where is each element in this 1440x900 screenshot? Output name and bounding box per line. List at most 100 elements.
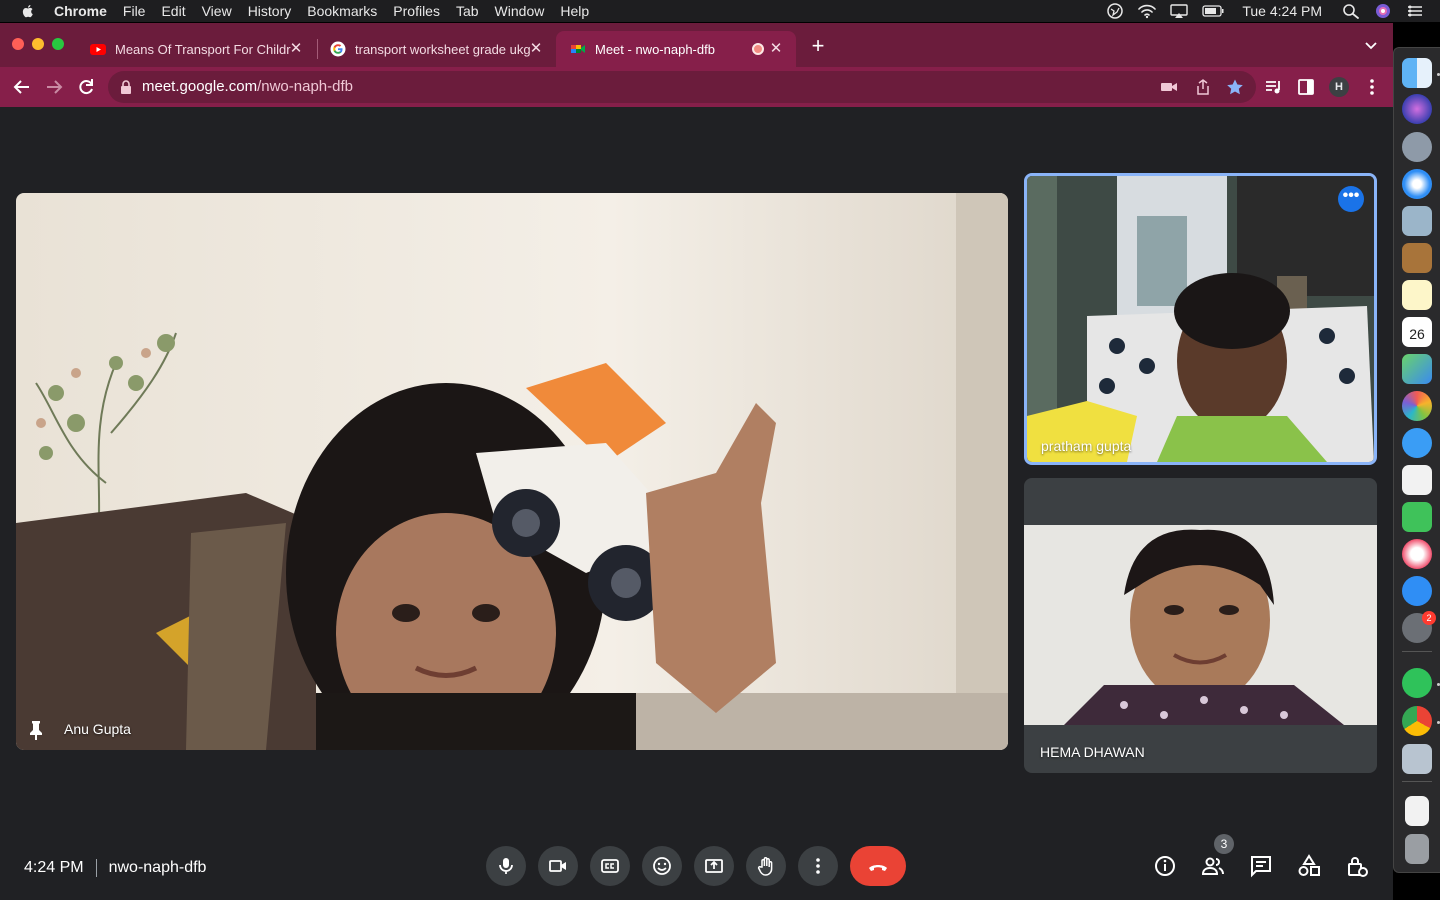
participant-name: Anu Gupta bbox=[64, 721, 131, 737]
pin-icon[interactable] bbox=[28, 720, 44, 740]
window-close-button[interactable] bbox=[12, 38, 24, 50]
notification-badge: 2 bbox=[1422, 611, 1436, 625]
tab-close-icon[interactable]: ✕ bbox=[528, 41, 544, 57]
photos-icon[interactable] bbox=[1402, 391, 1432, 421]
people-count-badge: 3 bbox=[1214, 834, 1234, 854]
menu-app-name[interactable]: Chrome bbox=[54, 3, 107, 19]
messages-icon[interactable] bbox=[1402, 428, 1432, 458]
spotlight-search-icon[interactable] bbox=[1342, 3, 1360, 19]
tab-close-icon[interactable]: ✕ bbox=[288, 41, 304, 57]
camera-button[interactable] bbox=[538, 846, 578, 886]
trash-icon[interactable] bbox=[1405, 834, 1429, 864]
share-icon[interactable] bbox=[1194, 79, 1212, 95]
menu-tab[interactable]: Tab bbox=[456, 3, 479, 19]
document-icon[interactable] bbox=[1405, 796, 1429, 826]
meeting-details: 4:24 PM nwo-naph-dfb bbox=[24, 859, 206, 877]
activities-icon[interactable] bbox=[1297, 854, 1321, 878]
tab-meet[interactable]: Meet - nwo-naph-dfb ✕ bbox=[556, 31, 796, 67]
control-center-icon[interactable] bbox=[1406, 3, 1424, 19]
lock-icon[interactable] bbox=[120, 80, 132, 94]
apple-icon[interactable] bbox=[20, 3, 36, 19]
launchpad-icon[interactable] bbox=[1402, 132, 1432, 162]
reminders-icon[interactable] bbox=[1402, 465, 1432, 495]
menu-window[interactable]: Window bbox=[495, 3, 545, 19]
vpn-globe-icon[interactable] bbox=[1106, 3, 1124, 19]
captions-button[interactable] bbox=[590, 846, 630, 886]
meeting-info-icon[interactable] bbox=[1153, 854, 1177, 878]
microphone-button[interactable] bbox=[486, 846, 526, 886]
url-host: meet.google.com bbox=[142, 78, 258, 95]
participant-tile-active[interactable]: ••• pratham gupta bbox=[1024, 173, 1377, 465]
app-store-icon[interactable] bbox=[1402, 576, 1432, 606]
forward-icon[interactable] bbox=[44, 77, 64, 97]
chrome-icon[interactable] bbox=[1402, 706, 1432, 736]
main-video-feed bbox=[16, 193, 1008, 750]
side-panel-icon[interactable] bbox=[1296, 77, 1316, 97]
tab-strip: Means Of Transport For Childr ✕ transpor… bbox=[0, 23, 1393, 67]
chrome-menu-icon[interactable] bbox=[1362, 77, 1382, 97]
menu-file[interactable]: File bbox=[123, 3, 146, 19]
calendar-icon[interactable]: 26 bbox=[1402, 317, 1432, 347]
youtube-icon bbox=[90, 44, 106, 55]
siri-icon[interactable] bbox=[1402, 94, 1432, 124]
mail-icon[interactable] bbox=[1402, 206, 1432, 236]
menu-bookmarks[interactable]: Bookmarks bbox=[307, 3, 377, 19]
tab-title: transport worksheet grade ukg bbox=[355, 41, 531, 57]
meet-stage: Anu Gupta ••• pratham gupta HEMA DHAWAN … bbox=[0, 107, 1393, 900]
battery-icon[interactable] bbox=[1202, 3, 1224, 19]
facetime-icon[interactable] bbox=[1402, 502, 1432, 532]
participant-tile[interactable]: HEMA DHAWAN bbox=[1024, 478, 1377, 773]
new-tab-button[interactable]: + bbox=[808, 35, 828, 57]
maps-icon[interactable] bbox=[1402, 354, 1432, 384]
menu-history[interactable]: History bbox=[248, 3, 292, 19]
tab-title: Means Of Transport For Childr bbox=[115, 41, 291, 57]
macos-menubar: Chrome File Edit View History Bookmarks … bbox=[0, 0, 1440, 22]
camera-in-use-icon[interactable] bbox=[1160, 79, 1178, 95]
hand-icon bbox=[757, 857, 773, 876]
menubar-status-area: Tue 4:24 PM bbox=[1106, 0, 1424, 22]
tab-title: Meet - nwo-naph-dfb bbox=[595, 41, 715, 57]
airplay-icon[interactable] bbox=[1170, 3, 1189, 19]
emoji-reactions-button[interactable] bbox=[642, 846, 682, 886]
media-controls-icon[interactable] bbox=[1264, 77, 1284, 97]
window-minimize-button[interactable] bbox=[32, 38, 44, 50]
more-options-icon[interactable]: ••• bbox=[1338, 186, 1364, 212]
meet-control-bar: 4:24 PM nwo-naph-dfb 3 bbox=[0, 833, 1393, 900]
siri-icon[interactable] bbox=[1374, 3, 1392, 19]
bookmark-star-icon[interactable] bbox=[1226, 79, 1244, 95]
reload-icon[interactable] bbox=[76, 77, 96, 97]
wifi-icon[interactable] bbox=[1138, 3, 1157, 19]
back-icon[interactable] bbox=[12, 77, 32, 97]
more-options-button[interactable] bbox=[798, 846, 838, 886]
menubar-clock[interactable]: Tue 4:24 PM bbox=[1242, 3, 1322, 19]
chat-icon[interactable] bbox=[1249, 854, 1273, 878]
tab-close-icon[interactable]: ✕ bbox=[768, 41, 784, 57]
music-icon[interactable] bbox=[1402, 539, 1432, 569]
address-bar[interactable]: meet.google.com/nwo-naph-dfb bbox=[108, 71, 1256, 103]
host-controls-icon[interactable] bbox=[1345, 854, 1369, 878]
menu-help[interactable]: Help bbox=[560, 3, 589, 19]
participant-video-feed bbox=[1024, 525, 1377, 725]
microphone-icon bbox=[499, 858, 513, 874]
people-icon[interactable] bbox=[1201, 854, 1225, 878]
meeting-time: 4:24 PM bbox=[24, 859, 84, 876]
main-video-tile[interactable]: Anu Gupta bbox=[16, 193, 1008, 750]
notes-icon[interactable] bbox=[1402, 280, 1432, 310]
preview-icon[interactable] bbox=[1402, 744, 1432, 774]
tab-youtube[interactable]: Means Of Transport For Childr ✕ bbox=[76, 31, 316, 67]
contacts-icon[interactable] bbox=[1402, 243, 1432, 273]
menu-view[interactable]: View bbox=[202, 3, 232, 19]
raise-hand-button[interactable] bbox=[746, 846, 786, 886]
tab-search-chevron-icon[interactable] bbox=[1363, 37, 1379, 53]
menu-edit[interactable]: Edit bbox=[161, 3, 185, 19]
finder-icon[interactable] bbox=[1402, 58, 1432, 88]
utorrent-icon[interactable] bbox=[1402, 668, 1432, 698]
profile-avatar[interactable]: H bbox=[1329, 77, 1349, 97]
tab-google-search[interactable]: transport worksheet grade ukg ✕ bbox=[316, 31, 556, 67]
window-zoom-button[interactable] bbox=[52, 38, 64, 50]
more-vert-icon bbox=[816, 858, 820, 874]
leave-call-button[interactable] bbox=[850, 846, 906, 886]
menu-profiles[interactable]: Profiles bbox=[393, 3, 440, 19]
present-screen-button[interactable] bbox=[694, 846, 734, 886]
safari-icon[interactable] bbox=[1402, 169, 1432, 199]
